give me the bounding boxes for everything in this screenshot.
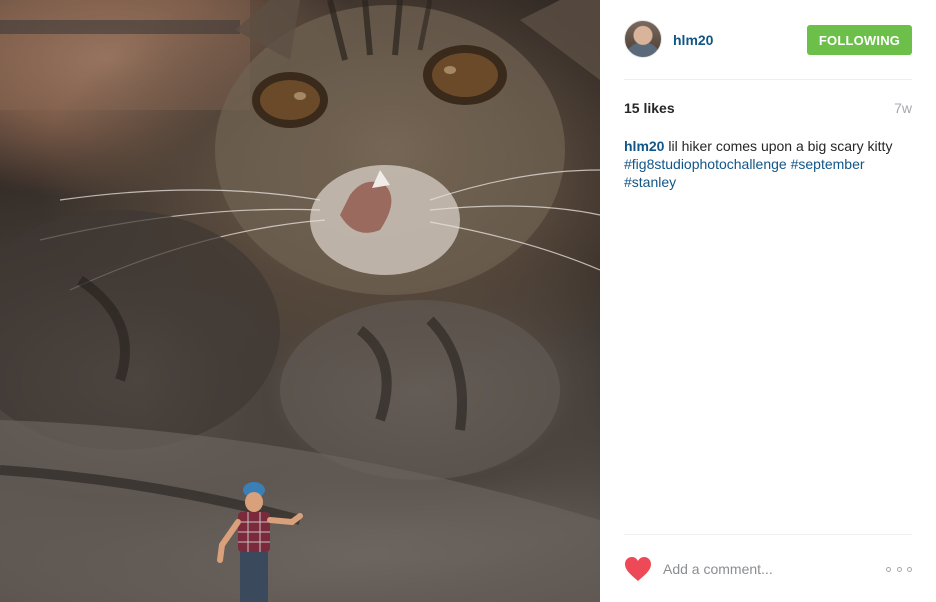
header-divider: [624, 79, 912, 80]
caption-username-link[interactable]: hlm20: [624, 138, 664, 154]
hashtag-link[interactable]: #fig8studiophotochallenge: [624, 156, 787, 172]
username-link[interactable]: hlm20: [673, 32, 713, 48]
heart-icon: [625, 557, 651, 581]
hashtag-link[interactable]: #september: [791, 156, 865, 172]
more-options-icon: [907, 566, 912, 572]
more-options-icon: [896, 566, 902, 572]
post-caption: hlm20 lil hiker comes upon a big scary k…: [624, 137, 914, 191]
kitten-illustration: [0, 0, 600, 602]
likes-count[interactable]: 15 likes: [624, 100, 675, 116]
more-options-icon: [886, 566, 891, 572]
post-age[interactable]: 7w: [894, 100, 912, 116]
following-button[interactable]: FOLLOWING: [807, 25, 912, 55]
like-button[interactable]: [624, 556, 652, 582]
comment-divider: [624, 534, 912, 535]
comment-input[interactable]: [663, 556, 873, 582]
post-view: hlm20 FOLLOWING 15 likes 7w hlm20 lil hi…: [0, 0, 936, 602]
user-avatar[interactable]: [624, 20, 662, 58]
post-photo[interactable]: [0, 0, 600, 602]
post-sidebar: hlm20 FOLLOWING 15 likes 7w hlm20 lil hi…: [600, 0, 936, 602]
caption-text: lil hiker comes upon a big scary kitty: [668, 138, 893, 154]
more-options-button[interactable]: [886, 562, 912, 576]
hashtag-link[interactable]: #stanley: [624, 174, 676, 190]
post-header: hlm20 FOLLOWING: [624, 20, 912, 60]
